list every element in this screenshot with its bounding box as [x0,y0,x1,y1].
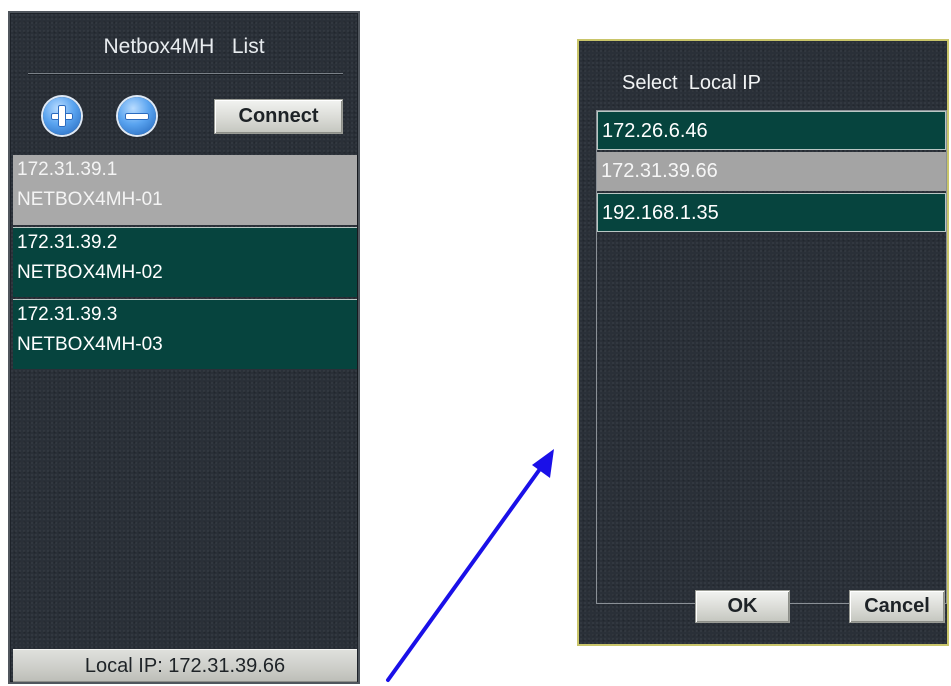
local-ip-item[interactable]: 192.168.1.35 [597,193,946,232]
cancel-button[interactable]: Cancel [849,590,945,623]
connect-button[interactable]: Connect [214,99,343,134]
device-item-02[interactable]: 172.31.39.2 NETBOX4MH-02 [13,227,357,297]
panel-title: Netbox4MH List [103,35,265,58]
device-list[interactable]: 172.31.39.1 NETBOX4MH-01 172.31.39.2 NET… [13,155,358,637]
dialog-title: Select Local IP [622,72,761,94]
device-name: NETBOX4MH-02 [17,262,163,283]
netbox-list-panel: Netbox4MH List Connect 172.31.39.1 NETBO… [8,11,360,684]
remove-button[interactable] [118,97,156,135]
device-ip: 172.31.39.2 [17,232,118,253]
local-ip-button[interactable]: Local IP: 172.31.39.66 [13,649,357,682]
device-name: NETBOX4MH-01 [17,189,163,210]
add-button[interactable] [43,97,81,135]
local-ip-list[interactable]: 172.26.6.46 172.31.39.66 192.168.1.35 [596,110,947,604]
arrow-icon [386,449,554,682]
local-ip-item[interactable]: 172.26.6.46 [597,111,946,150]
device-ip: 172.31.39.1 [17,159,118,180]
ok-button[interactable]: OK [695,590,790,623]
local-ip-item[interactable]: 172.31.39.66 [597,152,946,191]
select-local-ip-dialog: Select Local IP 172.26.6.46 172.31.39.66… [577,39,949,646]
title-divider [28,73,343,75]
device-item-01[interactable]: 172.31.39.1 NETBOX4MH-01 [13,155,357,225]
device-ip: 172.31.39.3 [17,304,118,325]
device-name: NETBOX4MH-03 [17,334,163,355]
device-item-03[interactable]: 172.31.39.3 NETBOX4MH-03 [13,299,357,369]
